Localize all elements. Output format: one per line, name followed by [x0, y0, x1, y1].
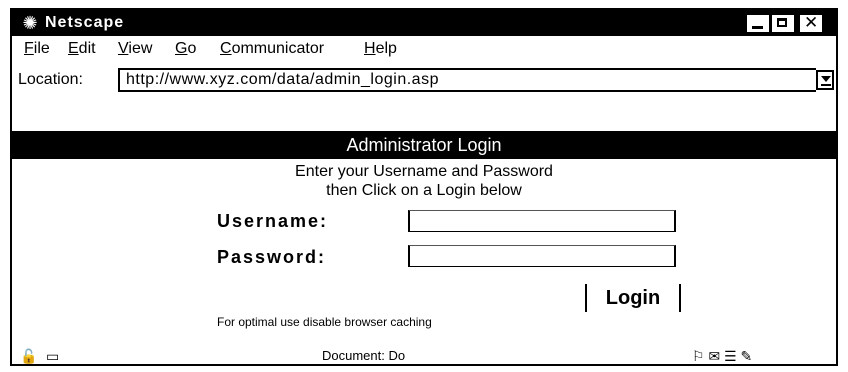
menu-help[interactable]: Help [364, 38, 397, 60]
maximize-button[interactable] [772, 15, 794, 32]
window-title: Netscape [45, 14, 125, 31]
close-button[interactable]: ✕ [800, 13, 822, 32]
netscape-logo-icon: ✺ [22, 13, 38, 33]
menu-go[interactable]: Go [175, 38, 196, 60]
username-input[interactable] [408, 210, 676, 232]
connection-icon: ▭ [46, 348, 60, 364]
minimize-icon [752, 26, 763, 29]
maximize-icon [777, 18, 787, 27]
chevron-down-icon [821, 76, 831, 82]
menu-communicator[interactable]: Communicator [220, 38, 324, 60]
close-icon: ✕ [804, 13, 819, 32]
menu-file[interactable]: File [24, 38, 50, 60]
login-button[interactable]: Login [585, 284, 681, 312]
status-text: Document: Do [322, 348, 406, 363]
location-url-field[interactable]: http://www.xyz.com/data/admin_login.asp [118, 68, 816, 92]
location-label: Location: [18, 71, 83, 88]
username-label: Username: [217, 211, 329, 231]
browser-window: ✺ Netscape ✕ File Edit View Go Communica… [10, 8, 838, 366]
title-bar: ✺ Netscape ✕ [12, 10, 836, 36]
password-input[interactable] [408, 245, 676, 267]
caching-note: For optimal use disable browser caching [217, 315, 432, 329]
status-bar: 🔓 ▭ Document: Do ⚐ ✉ ☰ ✎ [12, 346, 836, 366]
instruction-line-1: Enter your Username and Password [295, 163, 553, 180]
menu-view[interactable]: View [118, 38, 152, 60]
password-label: Password: [217, 247, 327, 267]
instruction-line-2: then Click on a Login below [326, 182, 522, 199]
minimize-button[interactable] [747, 15, 769, 32]
location-bar: Location: http://www.xyz.com/data/admin_… [12, 64, 836, 94]
component-bar-icons[interactable]: ⚐ ✉ ☰ ✎ [692, 348, 752, 364]
security-icon[interactable]: 🔓 [20, 348, 37, 364]
menu-bar: File Edit View Go Communicator Help [12, 38, 836, 60]
location-dropdown-button[interactable] [816, 70, 834, 90]
page-title: Administrator Login [12, 131, 836, 159]
menu-edit[interactable]: Edit [68, 38, 96, 60]
